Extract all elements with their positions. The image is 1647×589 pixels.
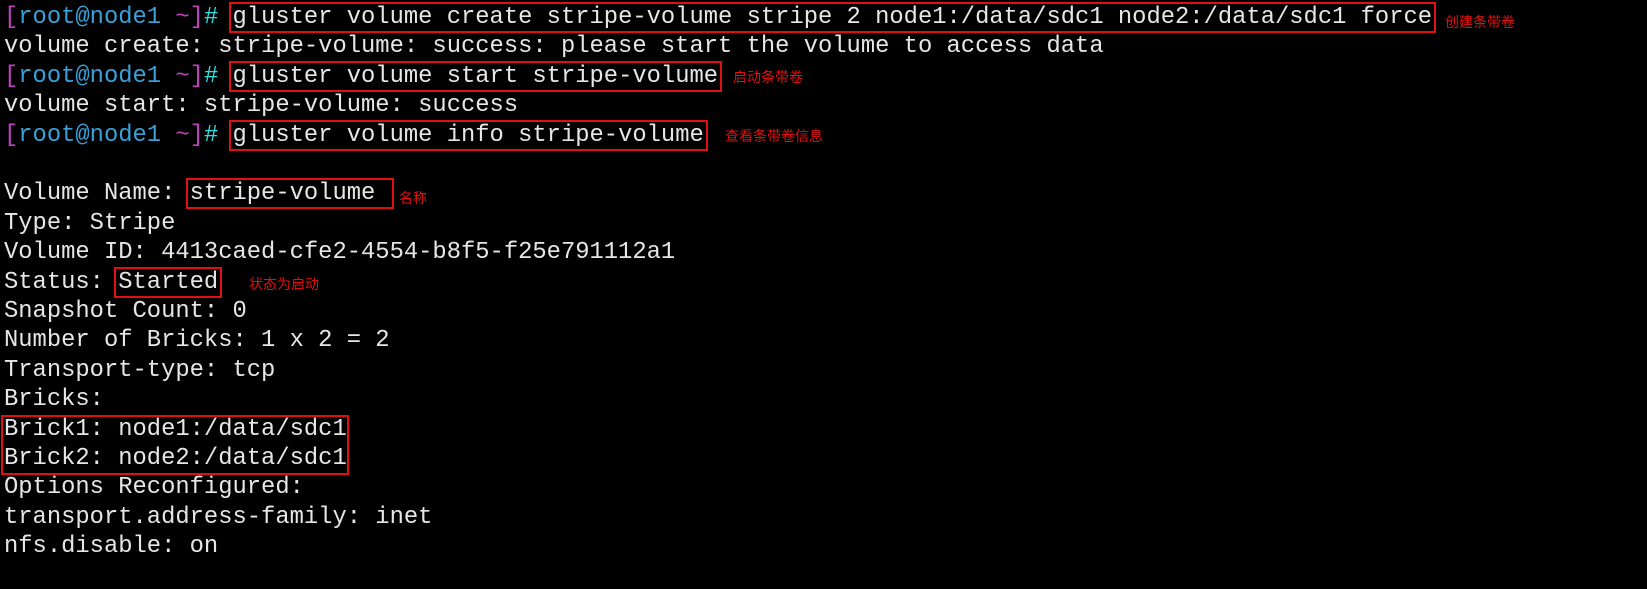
info-brick1: Brick1: node1:/data/sdc1 [4,415,347,443]
prompt-hash: # [203,62,219,90]
prompt-bracket: [ [4,62,19,90]
label: Status: [4,268,119,296]
annotation-create: 创建条带卷 [1445,15,1515,31]
prompt-dir: ~ [175,4,190,31]
prompt-user: root@node1 [18,4,176,31]
annotation-info: 查看条带卷信息 [725,129,823,145]
annotation-status: 状态为启动 [249,277,319,293]
volume-name-value: stripe-volume [185,178,394,210]
prompt-bracket: [ [4,121,19,149]
prompt-user: root@node1 [18,121,176,149]
output-create: volume create: stripe-volume: success: p… [4,33,1104,61]
prompt-bracket: ] [189,62,204,90]
status-value: Started [114,266,223,298]
info-bricks-count: Number of Bricks: 1 x 2 = 2 [4,327,390,355]
prompt-line: [root@node1 ~]# gluster volume info stri… [4,119,708,151]
command-start: gluster volume start stripe-volume [228,60,723,92]
info-volume-name: Volume Name: stripe-volume [4,178,394,210]
prompt-dir: ~ [175,121,190,149]
prompt-line: [root@node1 ~]# gluster volume create st… [4,2,1437,33]
info-type: Type: Stripe [4,209,176,237]
prompt-hash: # [203,4,219,31]
prompt-user: root@node1 [18,62,176,90]
command-create: gluster volume create stripe-volume stri… [228,2,1437,33]
annotation-start: 启动条带卷 [733,70,803,86]
info-status: Status: Started [4,266,223,298]
info-options-header: Options Reconfigured: [4,474,304,502]
prompt-line: [root@node1 ~]# gluster volume start str… [4,60,723,92]
output-start: volume start: stripe-volume: success [4,92,519,120]
prompt-bracket: ] [189,4,204,31]
prompt-dir: ~ [175,62,190,90]
info-volume-id: Volume ID: 4413caed-cfe2-4554-b8f5-f25e7… [4,239,676,267]
info-transport: Transport-type: tcp [4,356,276,384]
command-info: gluster volume info stripe-volume [228,119,708,151]
info-snapshot: Snapshot Count: 0 [4,298,247,325]
info-option-1: transport.address-family: inet [4,503,433,531]
prompt-bracket: [ [4,4,19,31]
label: Volume Name: [4,180,190,208]
prompt-hash: # [203,121,219,149]
prompt-bracket: ] [189,121,204,149]
info-bricks-header: Bricks: [4,386,104,414]
info-option-2: nfs.disable: on [4,533,219,561]
info-brick2: Brick2: node2:/data/sdc1 [4,445,347,472]
annotation-name: 名称 [399,191,427,207]
